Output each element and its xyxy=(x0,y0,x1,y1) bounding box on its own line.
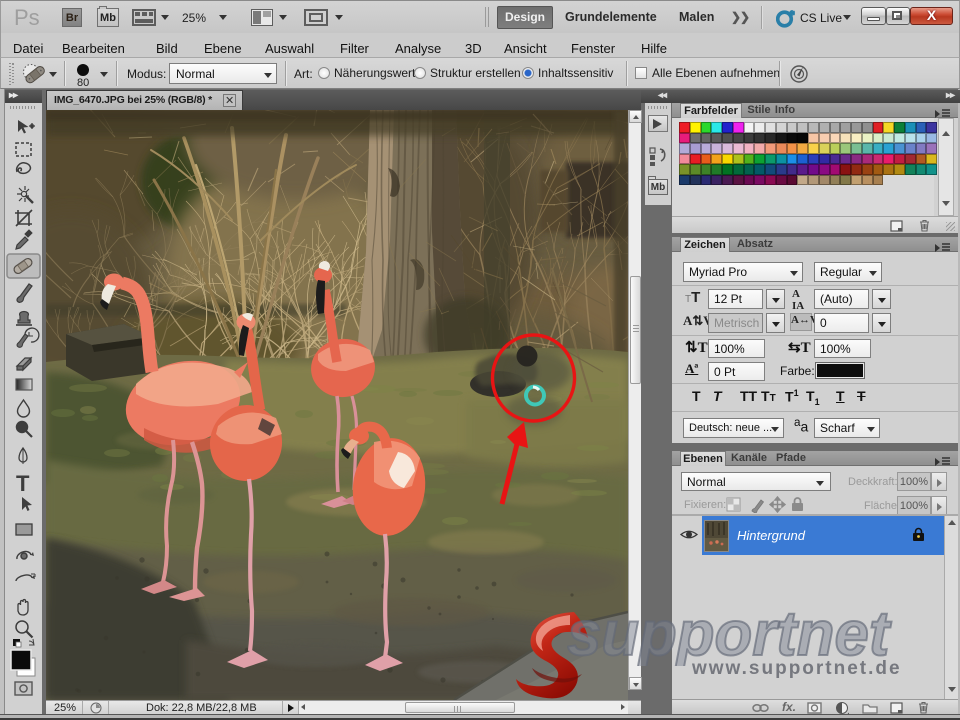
svg-text:T: T xyxy=(16,471,30,496)
